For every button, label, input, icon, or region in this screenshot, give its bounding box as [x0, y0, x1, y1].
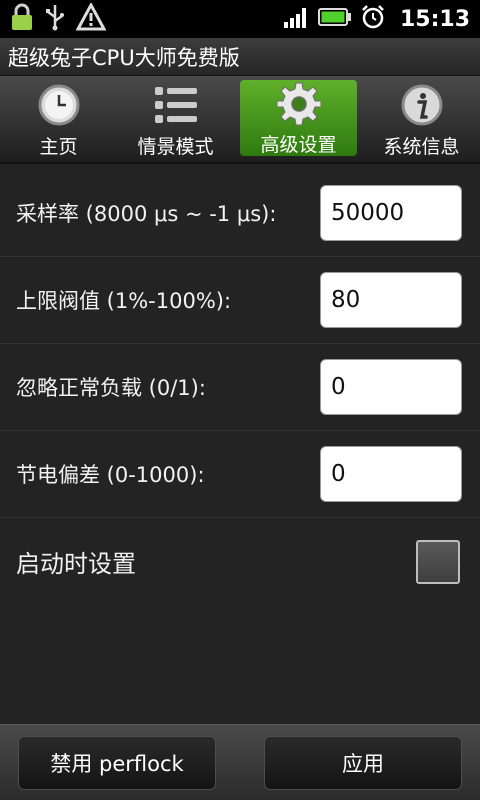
- tab-bar: 主页 情景模式 高级设置 系统信息: [0, 76, 480, 164]
- bottom-action-bar: 禁用 perflock 应用: [0, 724, 480, 800]
- tab-system-info-label: 系统信息: [383, 136, 460, 158]
- sampling-rate-input[interactable]: 50000: [320, 185, 462, 241]
- settings-list: 采样率 (8000 μs ~ -1 μs): 50000 上限阀值 (1%-10…: [0, 170, 480, 605]
- disable-perflock-button[interactable]: 禁用 perflock: [18, 735, 216, 790]
- setting-row-sampling-rate: 采样率 (8000 μs ~ -1 μs): 50000: [0, 170, 480, 257]
- setting-row-apply-on-boot[interactable]: 启动时设置: [0, 518, 480, 605]
- powersave-bias-label: 节电偏差 (0-1000):: [16, 463, 205, 487]
- setting-row-ignore-nice-load: 忽略正常负载 (0/1): 0: [0, 344, 480, 431]
- battery-icon: [317, 7, 352, 31]
- tab-home[interactable]: 主页: [0, 76, 117, 162]
- list-icon: [153, 82, 199, 128]
- info-icon: [399, 82, 445, 128]
- tab-advanced-settings-label: 高级设置: [260, 134, 337, 156]
- tab-home-label: 主页: [39, 136, 78, 158]
- up-threshold-input[interactable]: 80: [320, 272, 462, 328]
- apply-on-boot-checkbox[interactable]: [416, 539, 460, 584]
- up-threshold-label: 上限阀值 (1%-100%):: [16, 289, 232, 313]
- clock-icon: [36, 82, 82, 128]
- apply-on-boot-label: 启动时设置: [16, 550, 136, 578]
- ignore-nice-load-label: 忽略正常负载 (0/1):: [16, 376, 206, 400]
- sampling-rate-label: 采样率 (8000 μs ~ -1 μs):: [16, 202, 277, 226]
- tab-scenarios[interactable]: 情景模式: [117, 76, 234, 162]
- signal-icon: [283, 6, 310, 32]
- app-title: 超级兔子CPU大师免费版: [8, 45, 240, 70]
- alarm-icon: [360, 4, 386, 34]
- status-right-icons: 15:13: [283, 4, 480, 34]
- usb-icon: [44, 3, 66, 35]
- setting-row-up-threshold: 上限阀值 (1%-100%): 80: [0, 257, 480, 344]
- status-bar: 15:13: [0, 0, 480, 38]
- status-left-icons: [0, 1, 107, 35]
- ignore-nice-load-input[interactable]: 0: [320, 359, 462, 415]
- status-time: 15:13: [399, 6, 470, 32]
- tab-system-info[interactable]: 系统信息: [363, 76, 480, 162]
- setting-row-powersave-bias: 节电偏差 (0-1000): 0: [0, 431, 480, 518]
- warning-icon: [75, 1, 107, 35]
- tab-scenarios-label: 情景模式: [137, 136, 214, 158]
- tab-advanced-settings[interactable]: 高级设置: [240, 80, 357, 156]
- powersave-bias-input[interactable]: 0: [320, 446, 462, 502]
- gear-icon: [276, 82, 322, 126]
- title-bar: 超级兔子CPU大师免费版: [0, 38, 480, 76]
- lock-icon: [10, 3, 34, 35]
- apply-button[interactable]: 应用: [264, 735, 462, 790]
